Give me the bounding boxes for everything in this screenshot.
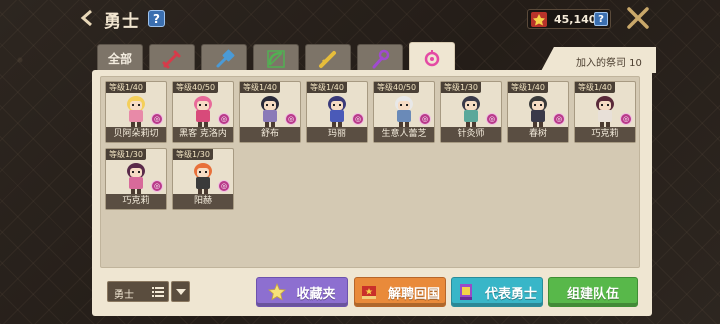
list-icon — [152, 287, 164, 297]
build-team-button[interactable]: 组建队伍 — [548, 277, 638, 307]
tab-hammer[interactable] — [201, 44, 247, 72]
hero-name: 玛丽 — [307, 127, 367, 142]
hero-class-badge: ◎ — [218, 180, 230, 192]
favorites-label: 收藏夹 — [296, 286, 336, 302]
gem-icon — [531, 12, 547, 27]
hero-card[interactable]: 等级1/40 ◎ 贝阿朵莉切 — [105, 81, 167, 143]
hero-card[interactable]: 等级1/40 ◎ 舒布 — [239, 81, 301, 143]
recruit-count-label: 加入的祭司 10 — [576, 58, 642, 69]
sort-selector[interactable]: 勇士 — [107, 281, 169, 302]
hero-name: 生意人蕾芝 — [374, 127, 434, 142]
hero-name: 舒布 — [240, 127, 300, 142]
tab-support[interactable] — [409, 42, 455, 73]
representative-button[interactable]: 代表勇士 — [451, 277, 543, 307]
close-icon — [627, 7, 649, 29]
hero-name: 黑客 克洛内 — [173, 127, 233, 142]
dismiss-label: 解聘回国 — [387, 286, 440, 302]
tab-all-label: 全部 — [107, 52, 132, 66]
top-bar: 勇士 ? 45,140 ? — [0, 0, 720, 36]
tab-gun[interactable] — [305, 44, 351, 72]
hero-card[interactable]: 等级1/30 ◎ 巧克莉 — [105, 148, 167, 210]
tab-all[interactable]: 全部 — [97, 44, 143, 72]
hero-class-badge: ◎ — [486, 113, 498, 125]
staff-icon — [372, 49, 390, 68]
hero-card[interactable]: 等级1/40 ◎ 春树 — [507, 81, 569, 143]
help-button[interactable]: ? — [148, 10, 165, 27]
hero-card[interactable]: 等级1/30 ◎ 针灸师 — [440, 81, 502, 143]
hero-card[interactable]: 等级1/40 ◎ 玛丽 — [306, 81, 368, 143]
hero-class-badge: ◎ — [419, 113, 431, 125]
currency-amount: 45,140 — [554, 13, 597, 26]
tab-bow[interactable] — [253, 44, 299, 72]
hero-card[interactable]: 等级1/40 ◎ 巧克莉 — [574, 81, 636, 143]
tab-staff[interactable] — [357, 44, 403, 72]
bow-icon — [267, 49, 285, 68]
chevron-down-icon — [175, 288, 186, 295]
page-title: 勇士 — [104, 12, 140, 32]
back-arrow-icon — [80, 9, 92, 27]
close-button[interactable] — [626, 6, 650, 30]
currency-help-button[interactable]: ? — [594, 12, 608, 26]
hero-grid[interactable]: 等级1/40 ◎ 贝阿朵莉切 等级40/50 ◎ 黑客 克洛内 等级1/40 ◎ 舒布 等级1/4… — [100, 76, 640, 268]
gun-icon — [319, 50, 336, 68]
hero-name: 春树 — [508, 127, 568, 142]
hero-class-badge: ◎ — [285, 113, 297, 125]
banner-icon — [459, 284, 472, 300]
hero-class-badge: ◎ — [151, 113, 163, 125]
sort-label: 勇士 — [114, 290, 134, 301]
hero-card[interactable]: 等级40/50 ◎ 生意人蕾芝 — [373, 81, 435, 143]
tab-sword[interactable] — [149, 44, 195, 72]
favorites-button[interactable]: 收藏夹 — [256, 277, 348, 307]
hero-name: 贝阿朵莉切 — [106, 127, 166, 142]
hammer-icon — [216, 49, 235, 67]
hero-class-badge: ◎ — [553, 113, 565, 125]
currency-display: 45,140 ? — [527, 9, 611, 29]
hero-class-badge: ◎ — [620, 113, 632, 125]
hero-name: 针灸师 — [441, 127, 501, 142]
build-team-label: 组建队伍 — [566, 286, 619, 302]
representative-label: 代表勇士 — [484, 286, 537, 302]
flag-icon — [361, 286, 376, 299]
hero-class-badge: ◎ — [218, 113, 230, 125]
hero-class-badge: ◎ — [352, 113, 364, 125]
hero-name: 巧克莉 — [106, 194, 166, 209]
back-button[interactable] — [80, 9, 94, 27]
pink-orb-icon — [424, 50, 440, 67]
dismiss-button[interactable]: 解聘回国 — [354, 277, 446, 307]
hero-card[interactable]: 等级40/50 ◎ 黑客 克洛内 — [172, 81, 234, 143]
hero-card[interactable]: 等级1/30 ◎ 阳赫 — [172, 148, 234, 210]
sword-icon — [162, 50, 181, 68]
star-icon — [268, 283, 287, 301]
hero-name: 阳赫 — [173, 194, 233, 209]
hero-name: 巧克莉 — [575, 127, 635, 142]
hero-class-badge: ◎ — [151, 180, 163, 192]
sort-dropdown-button[interactable] — [171, 281, 190, 302]
